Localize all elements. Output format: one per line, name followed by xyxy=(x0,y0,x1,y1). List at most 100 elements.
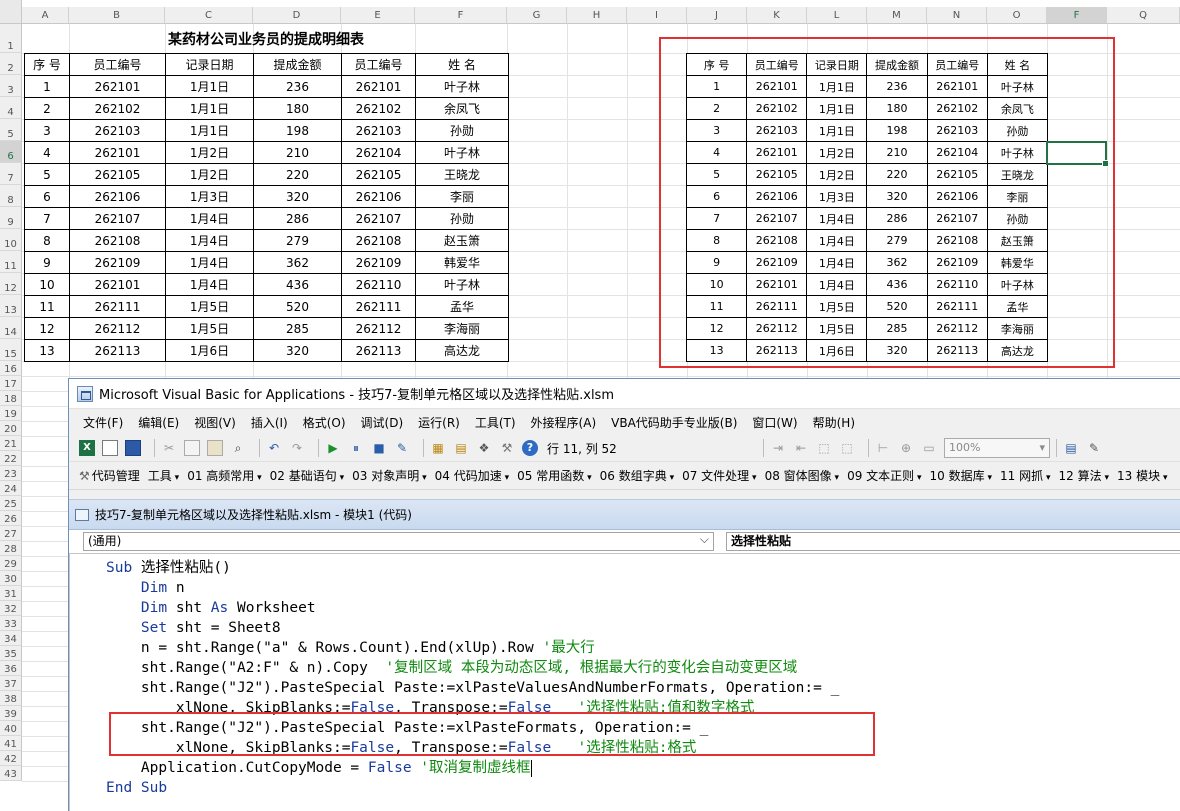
indent-icon[interactable]: ⇥ xyxy=(770,440,786,456)
pasted-cell[interactable]: 1月4日 xyxy=(806,207,868,230)
menu-item-1[interactable]: 编辑(E) xyxy=(138,414,179,431)
column-header-k[interactable]: K xyxy=(747,7,807,24)
pasted-cell[interactable]: 1月1日 xyxy=(806,119,868,142)
helper-menu-1[interactable]: 工具 xyxy=(148,467,179,484)
row-header-24[interactable]: 24 xyxy=(0,481,22,496)
source-header-cell[interactable]: 提成金额 xyxy=(253,53,342,76)
source-cell[interactable]: 262101 xyxy=(69,273,166,296)
pasted-cell[interactable]: 6 xyxy=(685,185,748,208)
row-header-38[interactable]: 38 xyxy=(0,691,22,706)
source-cell[interactable]: 262106 xyxy=(69,185,166,208)
pasted-cell[interactable]: 262112 xyxy=(746,317,808,340)
source-cell[interactable]: 262105 xyxy=(341,163,416,186)
pasted-table[interactable]: 序 号员工编号 记录日期 提成金额 员工编号姓 名 1 262101 1月1日 236 2621… xyxy=(685,53,1049,362)
object-browser-icon[interactable]: ❖ xyxy=(476,440,492,456)
source-cell[interactable]: 李海丽 xyxy=(415,317,509,340)
align-icon[interactable]: ⊢ xyxy=(875,440,891,456)
menu-item-4[interactable]: 格式(O) xyxy=(303,414,346,431)
menu-item-7[interactable]: 工具(T) xyxy=(475,414,516,431)
source-cell[interactable]: 262107 xyxy=(69,207,166,230)
pasted-cell[interactable]: 520 xyxy=(866,295,928,318)
source-cell[interactable]: 12 xyxy=(24,317,70,340)
code-line[interactable]: Sub 选择性粘贴() xyxy=(106,558,231,578)
row-header-41[interactable]: 41 xyxy=(0,736,22,751)
code-line[interactable]: Set sht = Sheet8 xyxy=(106,618,281,638)
pasted-cell[interactable]: 262108 xyxy=(746,229,808,252)
group-icon[interactable]: ⬚ xyxy=(816,440,832,456)
source-cell[interactable]: 1月3日 xyxy=(165,185,254,208)
pasted-cell[interactable]: 210 xyxy=(866,141,928,164)
column-header-d[interactable]: D xyxy=(253,7,341,24)
pasted-cell[interactable]: 5 xyxy=(685,163,748,186)
pasted-cell[interactable]: 孟华 xyxy=(986,295,1049,318)
source-cell[interactable]: 262112 xyxy=(69,317,166,340)
pasted-cell[interactable]: 262102 xyxy=(926,97,988,120)
source-cell[interactable]: 520 xyxy=(253,295,342,318)
column-header-e[interactable]: E xyxy=(341,7,415,24)
insert-userform-icon[interactable] xyxy=(102,440,118,456)
row-header-4[interactable]: 4 xyxy=(0,97,22,119)
code-window-title-bar[interactable]: 技巧7-复制单元格区域以及选择性粘贴.xlsm - 模块1 (代码) xyxy=(69,500,1180,530)
pasted-cell[interactable]: 436 xyxy=(866,273,928,296)
row-header-9[interactable]: 9 xyxy=(0,207,22,229)
column-header-f[interactable]: F xyxy=(415,7,507,24)
pasted-cell[interactable]: 1月4日 xyxy=(806,229,868,252)
pasted-cell[interactable]: 262113 xyxy=(926,339,988,362)
source-cell[interactable]: 262113 xyxy=(69,339,166,362)
pasted-header-cell[interactable]: 员工编号 xyxy=(746,53,808,76)
source-cell[interactable]: 李丽 xyxy=(415,185,509,208)
select-all-corner[interactable] xyxy=(0,0,22,24)
layout-icon[interactable]: ▤ xyxy=(1063,440,1079,456)
pasted-cell[interactable]: 262102 xyxy=(746,97,808,120)
source-cell[interactable]: 1月5日 xyxy=(165,317,254,340)
pasted-cell[interactable]: 285 xyxy=(866,317,928,340)
source-cell[interactable]: 高达龙 xyxy=(415,339,509,362)
source-cell[interactable]: 7 xyxy=(24,207,70,230)
source-cell[interactable]: 3 xyxy=(24,119,70,142)
pasted-cell[interactable]: 262107 xyxy=(926,207,988,230)
source-cell[interactable]: 6 xyxy=(24,185,70,208)
source-cell[interactable]: 叶子林 xyxy=(415,141,509,164)
source-cell[interactable]: 1月1日 xyxy=(165,119,254,142)
pasted-cell[interactable]: 12 xyxy=(685,317,748,340)
pasted-cell[interactable]: 262106 xyxy=(746,185,808,208)
pasted-cell[interactable]: 198 xyxy=(866,119,928,142)
pasted-cell[interactable]: 262108 xyxy=(926,229,988,252)
helper-menu-14[interactable]: 13 模块 xyxy=(1117,467,1167,484)
pasted-cell[interactable]: 262110 xyxy=(926,273,988,296)
source-cell[interactable]: 11 xyxy=(24,295,70,318)
menu-item-10[interactable]: 窗口(W) xyxy=(752,414,797,431)
helper-menu-11[interactable]: 10 数据库 xyxy=(930,467,992,484)
column-header-m[interactable]: M xyxy=(867,7,927,24)
row-header-11[interactable]: 11 xyxy=(0,251,22,273)
pasted-cell[interactable]: 262101 xyxy=(746,75,808,98)
menu-item-11[interactable]: 帮助(H) xyxy=(813,414,855,431)
code-window[interactable]: 技巧7-复制单元格区域以及选择性粘贴.xlsm - 模块1 (代码) (通用) … xyxy=(69,499,1180,811)
column-header-j[interactable]: J xyxy=(687,7,747,24)
pasted-cell[interactable]: 王晓龙 xyxy=(986,163,1049,186)
row-header-15[interactable]: 15 xyxy=(0,339,22,361)
undo-icon[interactable]: ↶ xyxy=(266,440,282,456)
pasted-cell[interactable]: 7 xyxy=(685,207,748,230)
row-header-29[interactable]: 29 xyxy=(0,556,22,571)
row-header-23[interactable]: 23 xyxy=(0,466,22,481)
row-header-12[interactable]: 12 xyxy=(0,273,22,295)
pasted-cell[interactable]: 180 xyxy=(866,97,928,120)
source-cell[interactable]: 13 xyxy=(24,339,70,362)
pasted-cell[interactable]: 1月2日 xyxy=(806,141,868,164)
pasted-header-cell[interactable]: 记录日期 xyxy=(806,53,868,76)
center-icon[interactable]: ⊕ xyxy=(898,440,914,456)
row-header-17[interactable]: 17 xyxy=(0,376,22,391)
pasted-cell[interactable]: 262109 xyxy=(926,251,988,274)
helper-menu-7[interactable]: 06 数组字典 xyxy=(600,467,674,484)
source-header-cell[interactable]: 员工编号 xyxy=(341,53,416,76)
column-header-a[interactable]: A xyxy=(22,7,69,24)
menu-item-3[interactable]: 插入(I) xyxy=(251,414,288,431)
row-header-3[interactable]: 3 xyxy=(0,75,22,97)
menu-item-2[interactable]: 视图(V) xyxy=(194,414,236,431)
source-cell[interactable]: 1月1日 xyxy=(165,97,254,120)
source-header-cell[interactable]: 姓 名 xyxy=(415,53,509,76)
source-cell[interactable]: 9 xyxy=(24,251,70,274)
row-header-8[interactable]: 8 xyxy=(0,185,22,207)
copy-icon[interactable] xyxy=(184,440,200,456)
